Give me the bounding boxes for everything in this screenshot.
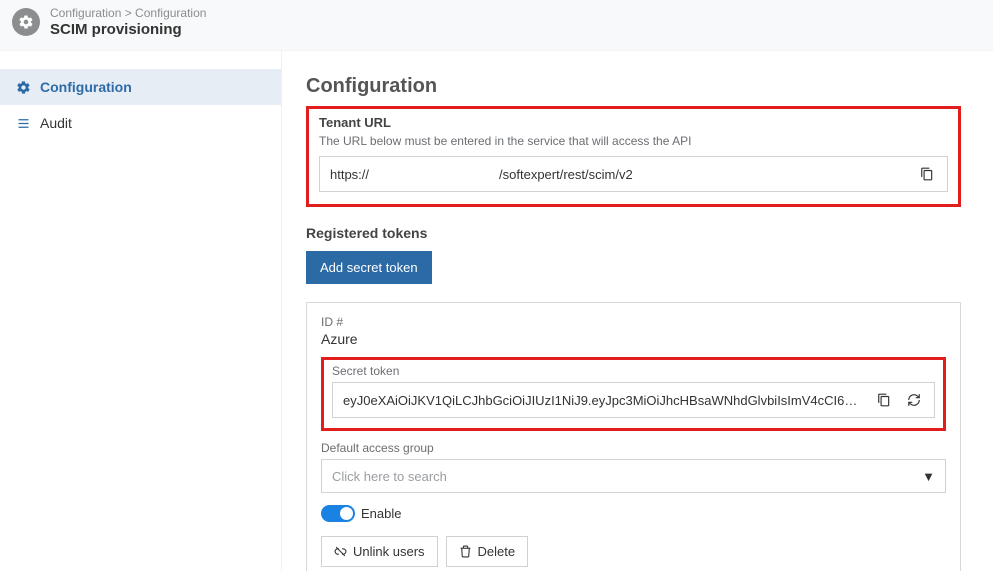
enable-label: Enable <box>361 506 401 521</box>
tenant-url-section: Tenant URL The URL below must be entered… <box>306 106 961 207</box>
delete-button[interactable]: Delete <box>446 536 529 567</box>
sidebar-item-label: Configuration <box>40 79 132 95</box>
enable-toggle[interactable] <box>321 505 355 522</box>
trash-icon <box>459 545 472 558</box>
chevron-down-icon: ▼ <box>922 469 935 484</box>
tokens-heading: Registered tokens <box>306 225 961 241</box>
refresh-secret-token-button[interactable] <box>902 388 926 412</box>
refresh-icon <box>907 393 921 407</box>
main-content: Configuration Tenant URL The URL below m… <box>282 51 993 571</box>
secret-token-value: eyJ0eXAiOiJKV1QiLCJhbGciOiJIUzI1NiJ9.eyJ… <box>343 393 866 408</box>
delete-label: Delete <box>478 544 516 559</box>
tenant-url-prefix: https:// <box>330 167 369 182</box>
add-secret-token-button[interactable]: Add secret token <box>306 251 432 284</box>
token-card: ID # Azure Secret token eyJ0eXAiOiJKV1Qi… <box>306 302 961 571</box>
secret-token-label: Secret token <box>332 364 935 378</box>
gear-icon <box>12 8 40 36</box>
access-group-label: Default access group <box>321 441 946 455</box>
access-group-select[interactable]: Click here to search ▼ <box>321 459 946 493</box>
sidebar-item-configuration[interactable]: Configuration <box>0 69 281 105</box>
tenant-url-value: https:// /softexpert/rest/scim/v2 <box>330 167 909 182</box>
sidebar-item-label: Audit <box>40 115 72 131</box>
enable-toggle-row: Enable <box>321 505 946 522</box>
gear-icon <box>14 78 32 96</box>
tenant-url-label: Tenant URL <box>319 115 948 130</box>
access-group-placeholder: Click here to search <box>332 469 447 484</box>
copy-secret-token-button[interactable] <box>872 388 896 412</box>
tenant-url-suffix: /softexpert/rest/scim/v2 <box>499 167 633 182</box>
page-title: SCIM provisioning <box>50 21 206 38</box>
copy-icon <box>877 393 891 407</box>
breadcrumb: Configuration > Configuration <box>50 6 206 20</box>
tenant-url-help: The URL below must be entered in the ser… <box>319 134 948 148</box>
header: Configuration > Configuration SCIM provi… <box>0 0 993 51</box>
sidebar-item-audit[interactable]: Audit <box>0 105 281 141</box>
unlink-users-label: Unlink users <box>353 544 425 559</box>
copy-icon <box>920 167 934 181</box>
sidebar: Configuration Audit <box>0 51 282 571</box>
tenant-url-input[interactable]: https:// /softexpert/rest/scim/v2 <box>319 156 948 192</box>
secret-token-input[interactable]: eyJ0eXAiOiJKV1QiLCJhbGciOiJIUzI1NiJ9.eyJ… <box>332 382 935 418</box>
token-id-value: Azure <box>321 331 946 347</box>
list-icon <box>14 114 32 132</box>
unlink-users-button[interactable]: Unlink users <box>321 536 438 567</box>
secret-token-section: Secret token eyJ0eXAiOiJKV1QiLCJhbGciOiJ… <box>321 357 946 431</box>
unlink-icon <box>334 545 347 558</box>
section-title: Configuration <box>306 75 961 98</box>
token-id-label: ID # <box>321 315 946 329</box>
copy-tenant-url-button[interactable] <box>915 162 939 186</box>
